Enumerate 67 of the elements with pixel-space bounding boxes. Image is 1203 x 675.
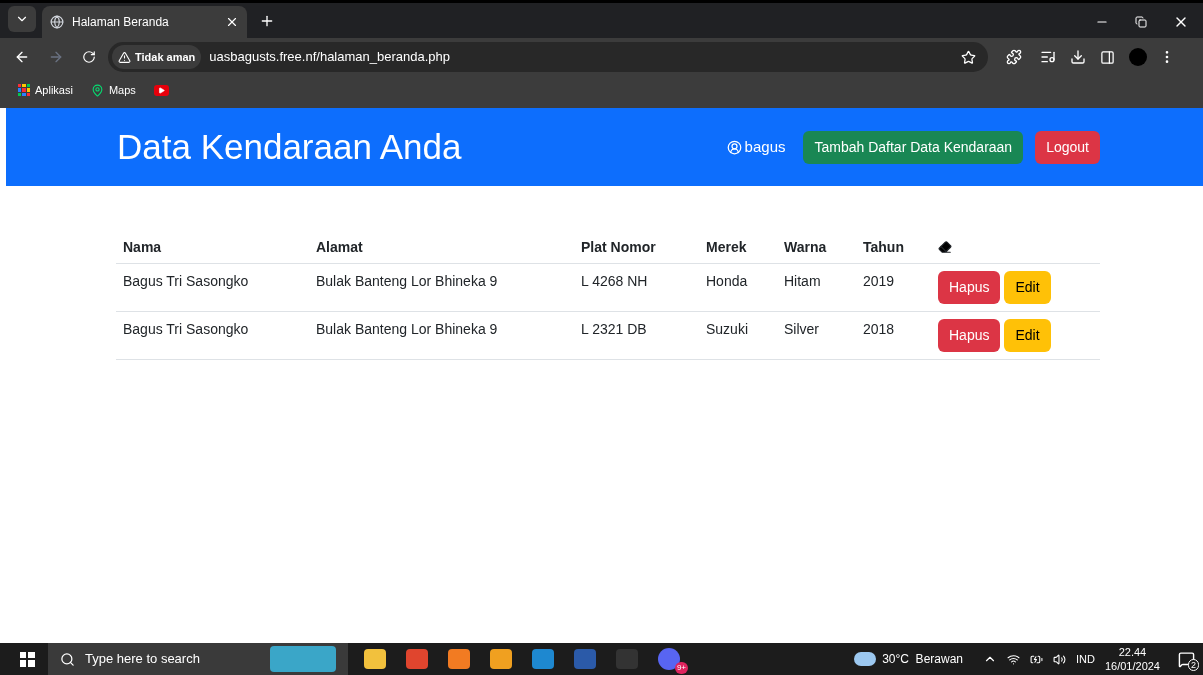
table-cell: L 4268 NH [581, 273, 648, 289]
table-cell: Bagus Tri Sasongko [123, 321, 249, 337]
column-header: Merek [706, 238, 747, 255]
url-text: uasbagusts.free.nf/halaman_beranda.php [209, 48, 451, 67]
column-header: Warna [784, 238, 827, 255]
close-tab-icon[interactable] [225, 15, 239, 29]
taskbar-app-icon[interactable] [490, 649, 512, 669]
volume-icon[interactable] [1053, 652, 1066, 666]
clock-time: 22.44 [1118, 645, 1147, 659]
column-header: Tahun [863, 238, 904, 255]
new-tab-icon[interactable] [259, 13, 275, 29]
taskbar-app-icon[interactable] [406, 649, 428, 669]
search-icon [60, 651, 75, 667]
table-cell: Honda [706, 273, 748, 289]
language-indicator[interactable]: IND [1076, 650, 1095, 668]
restore-icon[interactable] [1135, 16, 1147, 28]
download-icon[interactable] [1070, 49, 1086, 65]
column-header: Alamat [316, 238, 363, 255]
tab-list-button[interactable] [8, 6, 36, 32]
bookmark-star-icon[interactable] [961, 49, 976, 65]
user-icon [726, 139, 742, 155]
globe-icon [50, 15, 64, 29]
delete-button[interactable]: Hapus [938, 271, 1001, 304]
apps-grid-icon [18, 84, 30, 96]
table-cell: L 2321 DB [581, 321, 647, 337]
table-cell: Bulak Banteng Lor Bhineka 9 [316, 321, 498, 337]
user-label: bagus [726, 135, 786, 159]
table-cell: Hitam [784, 273, 821, 289]
column-header: Plat Nomor [581, 238, 656, 255]
edit-button[interactable]: Edit [1004, 319, 1051, 352]
bookmark-link[interactable]: Aplikasi [18, 81, 73, 99]
side-panel-icon[interactable] [1100, 49, 1115, 65]
media-icon[interactable] [1040, 49, 1056, 65]
browser-tab[interactable]: Halaman Beranda [42, 6, 247, 38]
add-vehicle-button[interactable]: Tambah Daftar Data Kendaraan [803, 130, 1024, 164]
map-pin-icon [90, 83, 104, 97]
taskbar-app-icon[interactable] [364, 649, 386, 669]
warning-icon [118, 50, 131, 64]
extensions-icon[interactable] [1006, 49, 1022, 65]
back-icon[interactable] [14, 49, 30, 65]
taskbar-app-icon[interactable] [532, 649, 554, 669]
weather-widget[interactable]: 30°C Berawan [854, 650, 963, 668]
table-cell: Suzuki [706, 321, 749, 337]
logout-button[interactable]: Logout [1035, 130, 1100, 164]
reload-icon[interactable] [82, 50, 96, 64]
column-header: Nama [123, 238, 162, 255]
bookmark-link[interactable]: Maps [90, 81, 136, 99]
eraser-icon [938, 240, 952, 254]
table-cell: Bagus Tri Sasongko [123, 273, 249, 289]
notification-badge: 9+ [674, 662, 688, 674]
page-title: Data Kendaraan Anda [117, 125, 463, 168]
address-bar[interactable]: Tidak aman uasbagusts.free.nf/halaman_beranda.php [108, 42, 988, 72]
taskbar-app-icon[interactable] [448, 649, 470, 669]
notification-count: 2 [1188, 658, 1199, 671]
edit-button[interactable]: Edit [1004, 271, 1051, 304]
table-cell: Silver [784, 321, 819, 337]
delete-button[interactable]: Hapus [938, 319, 1001, 352]
table-cell: 2019 [863, 273, 895, 289]
video-bookmark-icon[interactable] [153, 84, 169, 96]
notifications-button[interactable]: 2 [1178, 650, 1195, 668]
security-chip[interactable]: Tidak aman [112, 45, 202, 69]
table-cell: Bulak Banteng Lor Bhineka 9 [316, 273, 498, 289]
clock-date: 16/01/2024 [1104, 659, 1160, 673]
wifi-icon[interactable] [1007, 652, 1020, 666]
taskbar-search-field[interactable]: Type here to search [48, 643, 348, 675]
tab-title: Halaman Beranda [72, 14, 170, 31]
table-cell: 2018 [863, 321, 895, 337]
